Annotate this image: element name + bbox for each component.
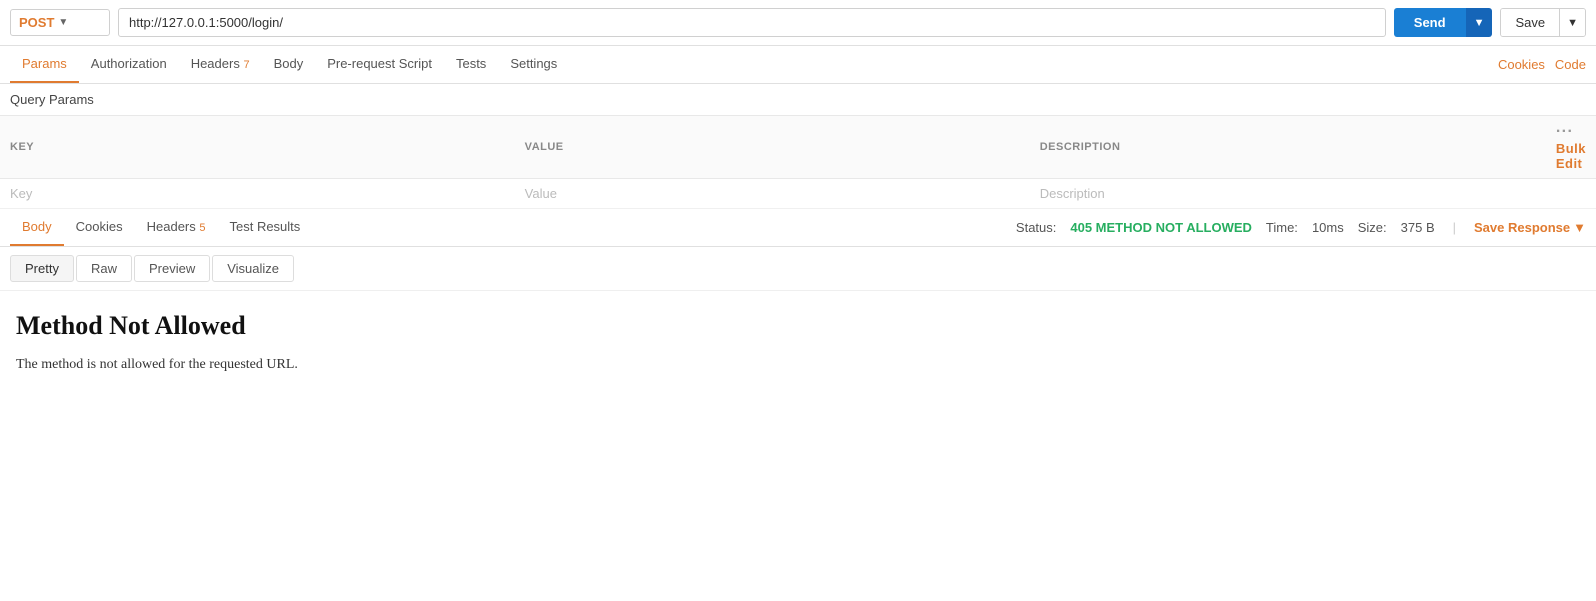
time-label: Time: (1266, 220, 1298, 235)
view-tab-pretty[interactable]: Pretty (10, 255, 74, 282)
col-actions-header: ··· Bulk Edit (1546, 116, 1596, 179)
method-dropdown-arrow: ▼ (58, 17, 68, 28)
save-response-label: Save Response (1474, 220, 1570, 235)
save-response-button[interactable]: Save Response ▼ (1474, 220, 1586, 235)
right-links: Cookies Code (1498, 57, 1586, 72)
row-actions (1546, 179, 1596, 209)
resp-tab-body[interactable]: Body (10, 209, 64, 246)
headers-badge: 7 (243, 59, 249, 71)
divider: | (1453, 220, 1456, 235)
params-table: KEY VALUE DESCRIPTION ··· Bulk Edit Key … (0, 115, 1596, 209)
cookies-link[interactable]: Cookies (1498, 57, 1545, 72)
view-tab-raw[interactable]: Raw (76, 255, 132, 282)
tab-authorization[interactable]: Authorization (79, 46, 179, 83)
response-message: The method is not allowed for the reques… (16, 357, 1580, 373)
dots-menu[interactable]: ··· (1556, 123, 1573, 140)
method-label: POST (19, 15, 54, 30)
response-heading: Method Not Allowed (16, 311, 1580, 341)
save-response-arrow: ▼ (1573, 220, 1586, 235)
resp-tab-cookies[interactable]: Cookies (64, 209, 135, 246)
tab-params[interactable]: Params (10, 46, 79, 83)
col-value-header: VALUE (515, 116, 1030, 179)
code-link[interactable]: Code (1555, 57, 1586, 72)
col-desc-header: DESCRIPTION (1030, 116, 1546, 179)
top-bar: POST ▼ Send ▼ Save ▼ (0, 0, 1596, 46)
tab-settings[interactable]: Settings (498, 46, 569, 83)
size-value: 375 B (1401, 220, 1435, 235)
send-button[interactable]: Send (1394, 8, 1466, 37)
save-button[interactable]: Save (1501, 9, 1559, 36)
tab-body[interactable]: Body (262, 46, 316, 83)
view-tab-visualize[interactable]: Visualize (212, 255, 294, 282)
status-label: Status: (1016, 220, 1056, 235)
time-value: 10ms (1312, 220, 1344, 235)
status-info: Status: 405 METHOD NOT ALLOWED Time: 10m… (1016, 220, 1586, 235)
send-button-group: Send ▼ (1394, 8, 1493, 37)
response-tabs-bar: Body Cookies Headers 5 Test Results Stat… (0, 209, 1596, 247)
bulk-edit-button[interactable]: Bulk Edit (1556, 141, 1586, 171)
url-input[interactable] (118, 8, 1386, 37)
view-tab-preview[interactable]: Preview (134, 255, 210, 282)
send-dropdown-button[interactable]: ▼ (1466, 8, 1493, 37)
resp-tab-headers[interactable]: Headers 5 (135, 209, 218, 246)
value-cell[interactable]: Value (515, 179, 1030, 209)
tab-tests[interactable]: Tests (444, 46, 498, 83)
save-button-group: Save ▼ (1500, 8, 1586, 37)
tab-headers[interactable]: Headers 7 (179, 46, 262, 83)
view-tabs: Pretty Raw Preview Visualize (0, 247, 1596, 291)
size-label: Size: (1358, 220, 1387, 235)
table-row: Key Value Description (0, 179, 1596, 209)
resp-headers-badge: 5 (199, 222, 205, 234)
col-key-header: KEY (0, 116, 515, 179)
save-dropdown-button[interactable]: ▼ (1559, 9, 1585, 36)
query-params-label: Query Params (0, 84, 1596, 115)
method-select[interactable]: POST ▼ (10, 9, 110, 36)
response-body: Method Not Allowed The method is not all… (0, 291, 1596, 393)
status-value: 405 METHOD NOT ALLOWED (1070, 220, 1252, 235)
key-cell[interactable]: Key (0, 179, 515, 209)
resp-tab-test-results[interactable]: Test Results (217, 209, 312, 246)
tab-prerequest[interactable]: Pre-request Script (315, 46, 444, 83)
request-tabs: Params Authorization Headers 7 Body Pre-… (0, 46, 1596, 84)
description-cell[interactable]: Description (1030, 179, 1546, 209)
